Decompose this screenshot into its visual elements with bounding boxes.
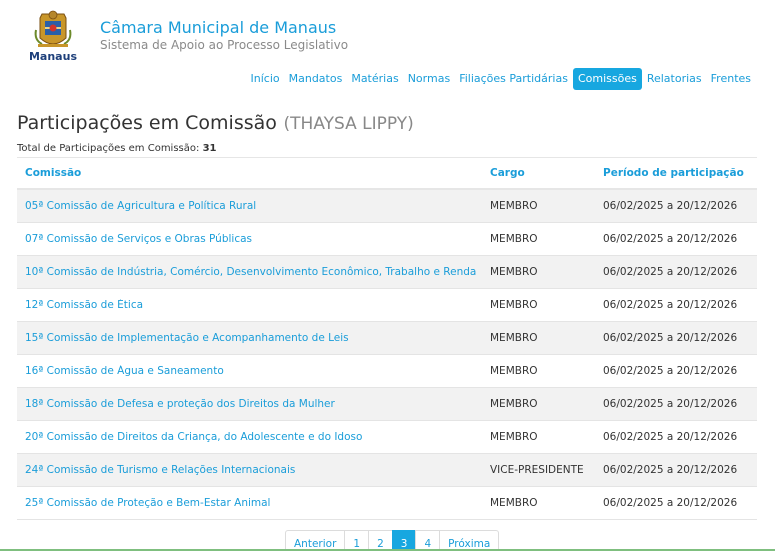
table-row: 05ª Comissão de Agricultura e Política R… [17,190,757,223]
nav-item-normas[interactable]: Normas [404,68,454,90]
parlamentar-name: (THAYSA LIPPY) [283,114,414,134]
site-header: Manaus Câmara Municipal de Manaus Sistem… [0,0,775,70]
comissao-link[interactable]: 24ª Comissão de Turismo e Relações Inter… [17,464,490,476]
table-row: 07ª Comissão de Serviços e Obras Pública… [17,223,757,256]
cargo-cell: MEMBRO [490,299,538,311]
cargo-cell: MEMBRO [490,266,538,278]
table-row: 24ª Comissão de Turismo e Relações Inter… [17,454,757,487]
comissao-link[interactable]: 05ª Comissão de Agricultura e Política R… [17,200,490,212]
table-row: 25ª Comissão de Proteção e Bem-Estar Ani… [17,487,757,520]
cargo-cell: MEMBRO [490,233,538,245]
camara-logo[interactable]: Manaus [28,8,78,64]
table-row: 12ª Comissão de Ética MEMBRO 06/02/2025 … [17,289,757,322]
comissao-link[interactable]: 10ª Comissão de Indústria, Comércio, Des… [17,266,490,278]
comissao-link[interactable]: 25ª Comissão de Proteção e Bem-Estar Ani… [17,497,490,509]
cargo-cell: MEMBRO [490,497,538,509]
table-row: 20ª Comissão de Direitos da Criança, do … [17,421,757,454]
nav-item-relatorias[interactable]: Relatorias [643,68,706,90]
site-title[interactable]: Câmara Municipal de Manaus [100,18,336,37]
logo-text: Manaus [29,50,77,63]
cargo-cell: MEMBRO [490,200,538,212]
periodo-cell: 06/02/2025 a 20/12/2026 [603,299,738,311]
column-header-comissao[interactable]: Comissão [17,167,490,179]
site-subtitle: Sistema de Apoio ao Processo Legislativo [100,38,349,52]
cargo-cell: MEMBRO [490,398,538,410]
comissao-link[interactable]: 15ª Comissão de Implementação e Acompanh… [17,332,490,344]
total-participacoes: Total de Participações em Comissão: 31 [17,143,216,154]
pagination-previous[interactable]: Anterior [285,530,346,551]
comissao-link[interactable]: 20ª Comissão de Direitos da Criança, do … [17,431,490,443]
pagination: Anterior 1 2 3 4 Próxima [285,530,500,551]
cargo-cell: MEMBRO [490,431,538,443]
periodo-cell: 06/02/2025 a 20/12/2026 [603,266,738,278]
pagination-page-2[interactable]: 2 [368,530,393,551]
table-row: 10ª Comissão de Indústria, Comércio, Des… [17,256,757,289]
periodo-cell: 06/02/2025 a 20/12/2026 [603,431,738,443]
cargo-cell: VICE-PRESIDENTE [490,464,584,476]
periodo-cell: 06/02/2025 a 20/12/2026 [603,200,738,212]
total-label: Total de Participações em Comissão: [17,143,200,154]
table-header-row: Comissão Cargo Período de participação [17,157,757,190]
comissao-link[interactable]: 18ª Comissão de Defesa e proteção dos Di… [17,398,490,410]
periodo-cell: 06/02/2025 a 20/12/2026 [603,365,738,377]
pagination-page-4[interactable]: 4 [415,530,441,551]
table-row: 16ª Comissão de Água e Saneamento MEMBRO… [17,355,757,388]
page-title: Participações em Comissão (THAYSA LIPPY) [17,112,414,134]
comissoes-table: Comissão Cargo Período de participação 0… [17,157,757,520]
cargo-cell: MEMBRO [490,332,538,344]
pagination-next[interactable]: Próxima [439,530,500,551]
periodo-cell: 06/02/2025 a 20/12/2026 [603,398,738,410]
pagination-page-1[interactable]: 1 [344,530,370,551]
table-row: 15ª Comissão de Implementação e Acompanh… [17,322,757,355]
comissao-link[interactable]: 12ª Comissão de Ética [17,299,490,311]
periodo-cell: 06/02/2025 a 20/12/2026 [603,464,738,476]
page-title-text: Participações em Comissão [17,112,277,134]
column-header-cargo[interactable]: Cargo [490,167,603,179]
nav-item-filiacoes[interactable]: Filiações Partidárias [455,68,572,90]
periodo-cell: 06/02/2025 a 20/12/2026 [603,497,738,509]
periodo-cell: 06/02/2025 a 20/12/2026 [603,233,738,245]
main-nav: Início Mandatos Matérias Normas Filiaçõe… [246,68,755,90]
pagination-page-3[interactable]: 3 [391,530,417,551]
total-value: 31 [202,143,217,154]
cargo-cell: MEMBRO [490,365,538,377]
nav-item-mandatos[interactable]: Mandatos [285,68,347,90]
column-header-periodo[interactable]: Período de participação [603,167,757,179]
nav-item-frentes[interactable]: Frentes [707,68,755,90]
periodo-cell: 06/02/2025 a 20/12/2026 [603,332,738,344]
comissao-link[interactable]: 07ª Comissão de Serviços e Obras Pública… [17,233,490,245]
table-row: 18ª Comissão de Defesa e proteção dos Di… [17,388,757,421]
nav-item-inicio[interactable]: Início [247,68,284,90]
comissao-link[interactable]: 16ª Comissão de Água e Saneamento [17,365,490,377]
nav-item-materias[interactable]: Matérias [347,68,402,90]
nav-item-comissoes[interactable]: Comissões [572,68,642,90]
